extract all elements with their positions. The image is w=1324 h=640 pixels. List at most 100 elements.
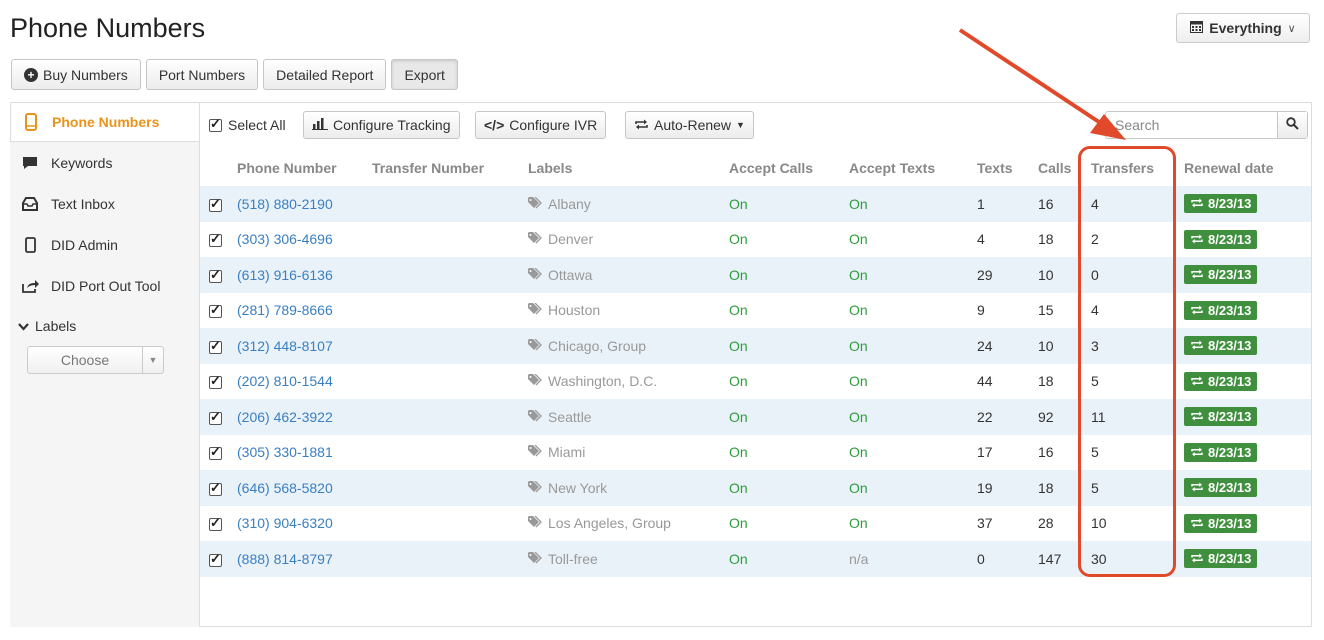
labels-select[interactable]: Choose ▼: [27, 346, 164, 374]
sidebar-item-did-port-out-tool[interactable]: DID Port Out Tool: [10, 265, 200, 306]
label-text[interactable]: Denver: [548, 231, 593, 247]
accept-texts-cell: On: [849, 293, 977, 329]
accept-calls-toggle[interactable]: On: [729, 409, 748, 425]
phone-number-link[interactable]: (281) 789-8666: [237, 302, 333, 318]
accept-texts-toggle[interactable]: On: [849, 444, 868, 460]
phone-number-link[interactable]: (206) 462-3922: [237, 409, 333, 425]
accept-texts-toggle[interactable]: On: [849, 196, 868, 212]
export-button[interactable]: Export: [391, 59, 458, 90]
accept-calls-toggle[interactable]: On: [729, 338, 748, 354]
phone-number-link[interactable]: (613) 916-6136: [237, 267, 333, 283]
select-all-label: Select All: [228, 117, 286, 133]
label-text[interactable]: Ottawa: [548, 267, 592, 283]
row-checkbox[interactable]: [209, 373, 222, 390]
accept-texts-toggle[interactable]: On: [849, 338, 868, 354]
renewal-badge[interactable]: 8/23/13: [1184, 265, 1258, 285]
label-text[interactable]: New York: [548, 480, 607, 496]
row-checkbox[interactable]: [209, 551, 222, 567]
label-text[interactable]: Seattle: [548, 409, 592, 425]
select-all-checkbox[interactable]: Select All: [209, 116, 286, 133]
phone-number-link[interactable]: (202) 810-1544: [237, 373, 333, 389]
sidebar-item-phone-numbers[interactable]: Phone Numbers: [10, 102, 200, 142]
label-text[interactable]: Toll-free: [548, 551, 598, 567]
renewal-badge[interactable]: 8/23/13: [1184, 336, 1258, 356]
accept-calls-toggle[interactable]: On: [729, 480, 748, 496]
column-header[interactable]: Transfer Number: [372, 150, 528, 186]
phone-number-link[interactable]: (310) 904-6320: [237, 515, 333, 531]
column-header[interactable]: Labels: [528, 150, 729, 186]
accept-calls-toggle[interactable]: On: [729, 267, 748, 283]
row-checkbox[interactable]: [209, 302, 222, 319]
phone-number-link[interactable]: (312) 448-8107: [237, 338, 333, 354]
phone-number-link[interactable]: (888) 814-8797: [237, 551, 333, 567]
range-selector-button[interactable]: Everything ∨: [1176, 13, 1310, 43]
accept-calls-toggle[interactable]: On: [729, 302, 748, 318]
accept-calls-toggle[interactable]: On: [729, 515, 748, 531]
renewal-badge[interactable]: 8/23/13: [1184, 442, 1258, 462]
sidebar-item-text-inbox[interactable]: Text Inbox: [10, 183, 200, 224]
column-header[interactable]: Renewal date: [1184, 150, 1311, 186]
renewal-badge[interactable]: 8/23/13: [1184, 300, 1258, 320]
accept-calls-toggle[interactable]: On: [729, 551, 748, 567]
column-header[interactable]: Accept Texts: [849, 150, 977, 186]
transfer-number-cell: [372, 399, 528, 435]
accept-texts-toggle[interactable]: On: [849, 267, 868, 283]
column-header[interactable]: Accept Calls: [729, 150, 849, 186]
renewal-badge[interactable]: 8/23/13: [1184, 549, 1258, 569]
accept-calls-toggle[interactable]: On: [729, 196, 748, 212]
accept-texts-toggle[interactable]: On: [849, 515, 868, 531]
accept-calls-toggle[interactable]: On: [729, 373, 748, 389]
row-checkbox[interactable]: [209, 231, 222, 248]
auto-renew-dropdown[interactable]: Auto-Renew ▼: [625, 111, 754, 139]
search-button[interactable]: [1277, 112, 1307, 138]
row-checkbox[interactable]: [209, 444, 222, 461]
label-text[interactable]: Los Angeles, Group: [548, 515, 671, 531]
column-header[interactable]: Phone Number: [237, 150, 372, 186]
buy-numbers-button[interactable]: + Buy Numbers: [11, 59, 141, 90]
phone-number-link[interactable]: (303) 306-4696: [237, 231, 333, 247]
label-text[interactable]: Washington, D.C.: [548, 373, 657, 389]
renewal-badge[interactable]: 8/23/13: [1184, 371, 1258, 391]
sidebar-item-did-admin[interactable]: DID Admin: [10, 224, 200, 265]
accept-calls-toggle[interactable]: On: [729, 231, 748, 247]
accept-texts-toggle[interactable]: On: [849, 302, 868, 318]
search-input[interactable]: [1106, 112, 1277, 138]
accept-texts-toggle[interactable]: On: [849, 373, 868, 389]
table-row: (310) 904-6320 Los Angeles, Group On On 37 28…: [200, 506, 1311, 542]
phone-number-link[interactable]: (646) 568-5820: [237, 480, 333, 496]
labels-toggle[interactable]: Labels: [10, 306, 200, 346]
renewal-badge[interactable]: 8/23/13: [1184, 194, 1258, 214]
column-header[interactable]: Transfers: [1091, 150, 1184, 186]
column-header[interactable]: Texts: [977, 150, 1038, 186]
configure-tracking-button[interactable]: Configure Tracking: [303, 111, 460, 139]
label-text[interactable]: Albany: [548, 196, 591, 212]
renewal-badge[interactable]: 8/23/13: [1184, 407, 1258, 427]
row-checkbox[interactable]: [209, 196, 222, 212]
phone-number-link[interactable]: (518) 880-2190: [237, 196, 333, 212]
row-checkbox[interactable]: [209, 480, 222, 496]
detailed-report-button[interactable]: Detailed Report: [263, 59, 387, 90]
row-checkbox[interactable]: [209, 409, 222, 425]
row-checkbox[interactable]: [209, 515, 222, 532]
column-header[interactable]: Calls: [1038, 150, 1091, 186]
sidebar-item-label: Phone Numbers: [52, 114, 160, 130]
renewal-badge[interactable]: 8/23/13: [1184, 478, 1258, 498]
label-text[interactable]: Chicago, Group: [548, 338, 646, 354]
configure-ivr-button[interactable]: </> Configure IVR: [475, 111, 607, 139]
renewal-badge[interactable]: 8/23/13: [1184, 229, 1258, 249]
port-numbers-button[interactable]: Port Numbers: [145, 59, 259, 90]
label-text[interactable]: Houston: [548, 302, 600, 318]
accept-texts-cell: On: [849, 470, 977, 506]
accept-texts-toggle[interactable]: On: [849, 231, 868, 247]
sidebar-item-keywords[interactable]: Keywords: [10, 142, 200, 183]
phone-number-link[interactable]: (305) 330-1881: [237, 444, 333, 460]
accept-texts-toggle[interactable]: On: [849, 409, 868, 425]
row-checkbox[interactable]: [209, 338, 222, 354]
row-checkbox[interactable]: [209, 267, 222, 283]
bar-chart-icon: [312, 117, 328, 133]
accept-calls-toggle[interactable]: On: [729, 444, 748, 460]
label-text[interactable]: Miami: [548, 444, 585, 460]
transfer-number-cell: [372, 364, 528, 400]
renewal-badge[interactable]: 8/23/13: [1184, 513, 1258, 533]
accept-texts-toggle[interactable]: On: [849, 480, 868, 496]
